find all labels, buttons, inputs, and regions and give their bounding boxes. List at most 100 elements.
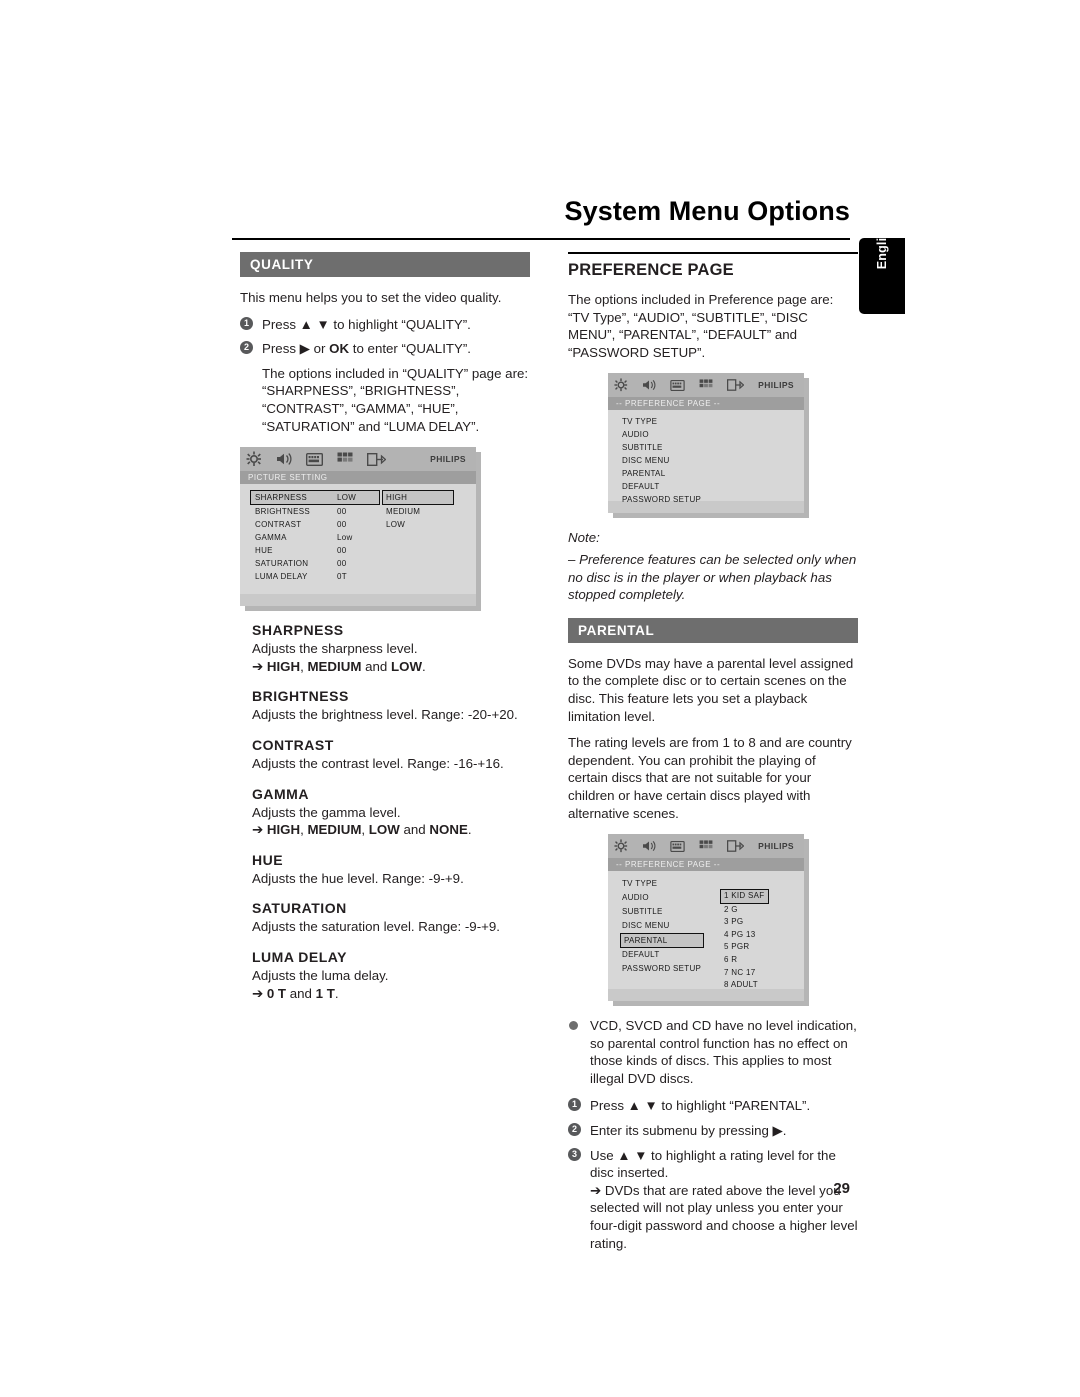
osd-item-audio[interactable]: AUDIO <box>608 891 720 905</box>
quality-section-bar: QUALITY <box>240 252 530 277</box>
step-number-badge: 1 <box>568 1098 581 1112</box>
osd-row-brightness[interactable]: BRIGHTNESS 00 <box>250 505 380 518</box>
osd-rating-7[interactable]: 7 NC 17 <box>720 967 792 980</box>
osd-row-value: LOW <box>337 493 357 503</box>
speaker-icon <box>276 452 292 466</box>
def-desc-hue: Adjusts the hue level. Range: -9-+9. <box>252 870 464 886</box>
osd-item-disc-menu[interactable]: DISC MENU <box>608 919 720 933</box>
page-title: System Menu Options <box>564 196 850 226</box>
osd-submenu-high[interactable]: HIGH <box>382 490 454 506</box>
osd-title: -- PREFERENCE PAGE -- <box>608 858 804 872</box>
osd-title: -- PREFERENCE PAGE -- <box>608 397 804 411</box>
display-icon <box>306 452 323 466</box>
osd-row-value: Low <box>337 533 353 543</box>
def-options-luma-delay: ➔ 0 T and 1 T. <box>252 985 339 1001</box>
step-text: Use ▲ ▼ to highlight a rating level for … <box>590 1147 836 1181</box>
step-text-pre: Press ▶ or <box>262 341 330 357</box>
osd-row-value: 00 <box>337 520 347 530</box>
osd-row-label: HUE <box>255 546 273 556</box>
def-options-sharpness: ➔ HIGH, MEDIUM and LOW. <box>252 658 426 674</box>
osd-item-label: AUDIO <box>622 893 649 903</box>
osd-item-label: DEFAULT <box>622 950 660 960</box>
grid-icon <box>337 452 353 466</box>
osd-item-subtitle[interactable]: SUBTITLE <box>608 905 720 919</box>
osd-item-label: TV TYPE <box>622 417 658 427</box>
osd-rating-label: 2 G <box>724 904 738 914</box>
osd-item-password-setup[interactable]: PASSWORD SETUP <box>608 493 804 506</box>
osd-toolbar: PHILIPS <box>608 373 804 398</box>
osd-item-default[interactable]: DEFAULT <box>608 948 720 962</box>
step-number-badge: 2 <box>240 341 253 355</box>
osd-row-hue[interactable]: HUE 00 <box>250 544 380 557</box>
osd-item-label: AUDIO <box>622 430 649 440</box>
osd-row-gamma[interactable]: GAMMA Low <box>250 531 380 544</box>
osd-rating-8[interactable]: 8 ADULT <box>720 979 792 992</box>
osd-rating-1[interactable]: 1 KID SAF <box>720 889 769 904</box>
osd-row-value: 00 <box>337 507 347 517</box>
osd-row-contrast[interactable]: CONTRAST 00 <box>250 518 380 531</box>
osd-row-label: BRIGHTNESS <box>255 507 311 517</box>
osd-item-audio[interactable]: AUDIO <box>608 428 804 441</box>
osd-submenu-label: HIGH <box>386 493 408 503</box>
def-options-gamma: ➔ HIGH, MEDIUM, LOW and NONE. <box>252 822 472 838</box>
osd-rating-5[interactable]: 5 PGR <box>720 941 792 954</box>
exit-icon <box>727 840 744 852</box>
osd-item-password-setup[interactable]: PASSWORD SETUP <box>608 962 720 976</box>
osd-rating-label: 4 PG 13 <box>724 929 756 939</box>
parental-step-1: 1 Press ▲ ▼ to highlight “PARENTAL”. <box>568 1097 858 1115</box>
gear-icon <box>614 839 628 853</box>
right-column: PREFERENCE PAGE The options included in … <box>568 252 858 1261</box>
osd-item-label: PASSWORD SETUP <box>622 495 702 505</box>
osd-item-disc-menu[interactable]: DISC MENU <box>608 454 804 467</box>
osd-rating-label: 8 ADULT <box>724 980 758 990</box>
philips-logo: PHILIPS <box>758 380 794 391</box>
bullet-text: VCD, SVCD and CD have no level indicatio… <box>590 1018 857 1086</box>
osd-item-label: DISC MENU <box>622 921 670 931</box>
osd-row-sharpness[interactable]: SHARPNESS LOW <box>250 490 380 506</box>
osd-rating-3[interactable]: 3 PG <box>720 916 792 929</box>
exit-icon <box>367 452 386 466</box>
osd-rating-6[interactable]: 6 R <box>720 954 792 967</box>
arrow-glyph: ➔ <box>252 658 267 674</box>
def-term-gamma: GAMMA <box>252 785 309 802</box>
osd-item-tv-type[interactable]: TV TYPE <box>608 877 720 891</box>
preference-page-osd: PHILIPS -- PREFERENCE PAGE -- TV TYPE AU… <box>608 373 804 514</box>
left-column: QUALITY This menu helps you to set the v… <box>240 252 530 1002</box>
osd-rating-label: 6 R <box>724 955 738 965</box>
grid-icon <box>699 840 713 852</box>
quality-options-paragraph: The options included in “QUALITY” page a… <box>262 365 529 434</box>
speaker-icon <box>642 840 656 852</box>
osd-row-label: LUMA DELAY <box>255 572 308 582</box>
exit-icon <box>727 379 744 392</box>
osd-item-default[interactable]: DEFAULT <box>608 480 804 493</box>
step-text: Press ▲ ▼ to highlight “QUALITY”. <box>262 316 471 332</box>
manual-page: System Menu Options English QUALITY This… <box>0 0 1080 1397</box>
osd-body: SHARPNESS LOW BRIGHTNESS 00 CONTRAST 00 … <box>240 484 476 594</box>
osd-item-parental[interactable]: PARENTAL <box>620 933 704 949</box>
osd-row-value: 0T <box>337 572 347 582</box>
bullet-dot-icon <box>569 1021 578 1031</box>
osd-submenu-low[interactable]: LOW <box>382 518 454 531</box>
language-tab: English <box>859 223 905 314</box>
step-text: Enter its submenu by pressing ▶. <box>590 1123 787 1139</box>
osd-rating-2[interactable]: 2 G <box>720 904 792 917</box>
osd-submenu-medium[interactable]: MEDIUM <box>382 505 454 518</box>
osd-item-label: DISC MENU <box>622 456 670 466</box>
osd-row-saturation[interactable]: SATURATION 00 <box>250 557 380 570</box>
note-text: – Preference features can be selected on… <box>568 551 857 603</box>
def-term-luma-delay: LUMA DELAY <box>252 948 347 965</box>
osd-row-luma-delay[interactable]: LUMA DELAY 0T <box>250 570 380 583</box>
osd-item-tv-type[interactable]: TV TYPE <box>608 415 804 428</box>
osd-item-parental[interactable]: PARENTAL <box>608 467 804 480</box>
osd-rating-4[interactable]: 4 PG 13 <box>720 929 792 942</box>
arrow-glyph: ➔ <box>252 822 267 838</box>
def-term-brightness: BRIGHTNESS <box>252 688 349 705</box>
grid-icon <box>699 379 713 391</box>
display-icon <box>670 379 685 391</box>
osd-item-subtitle[interactable]: SUBTITLE <box>608 441 804 454</box>
osd-title: PICTURE SETTING <box>240 471 476 485</box>
osd-rating-label: 1 KID SAF <box>724 891 765 901</box>
quality-step-2: 2 Press ▶ or OK to enter “QUALITY”. <box>240 340 530 358</box>
step-text: Press ▲ ▼ to highlight “PARENTAL”. <box>590 1098 811 1114</box>
def-term-sharpness: SHARPNESS <box>252 622 344 639</box>
